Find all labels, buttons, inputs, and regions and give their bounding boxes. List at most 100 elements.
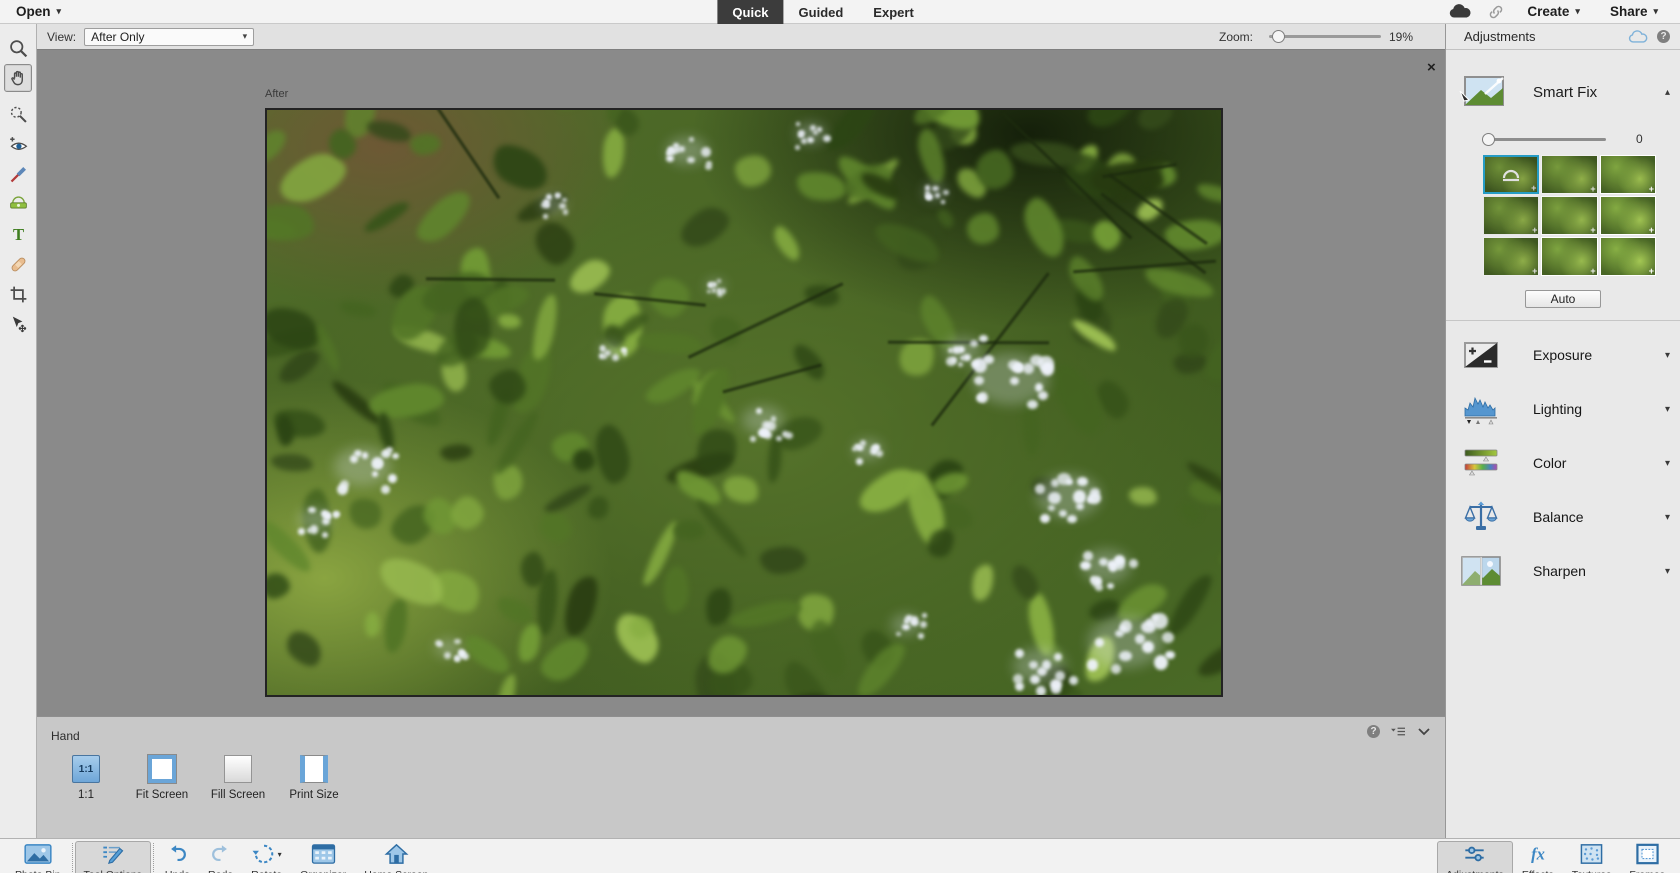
photo-after — [265, 108, 1223, 697]
chevron-down-icon[interactable]: ▾ — [1665, 404, 1670, 415]
section-sharpen[interactable]: Sharpen ▾ — [1446, 544, 1680, 598]
move-tool-button[interactable] — [4, 310, 32, 338]
section-label: Sharpen — [1533, 563, 1586, 579]
preset-fill-screen-button[interactable]: Fill Screen — [207, 755, 269, 801]
view-mode-dropdown[interactable]: After Only ▾ — [84, 28, 254, 46]
zoom-control-group: Zoom: 19% — [1219, 30, 1435, 44]
smart-fix-thumbnail[interactable]: + — [1541, 155, 1597, 194]
share-button[interactable]: Share ▾ — [1602, 0, 1666, 24]
redo-button[interactable]: Redo — [199, 841, 242, 873]
view-mode-value: After Only — [91, 30, 144, 44]
adjustments-panel: Adjustments ? Smart Fix ▴ — [1445, 24, 1680, 838]
frames-icon — [1635, 842, 1660, 866]
crop-tool-button[interactable] — [4, 280, 32, 308]
preset-label: Fit Screen — [136, 789, 188, 801]
smart-fix-slider-knob[interactable] — [1482, 133, 1495, 146]
preset-print-size-button[interactable]: Print Size — [283, 755, 345, 801]
taskbar-label: Organizer — [300, 869, 346, 873]
zoom-slider-knob[interactable] — [1272, 30, 1285, 43]
cloud-sync-icon[interactable] — [1447, 3, 1473, 20]
taskbar-label: Home Screen — [364, 869, 428, 873]
spot-healing-tool-button[interactable] — [4, 250, 32, 278]
open-button[interactable]: Open ▾ — [8, 0, 69, 24]
rotate-button[interactable]: ▾ Rotate — [242, 841, 291, 873]
fill-screen-icon — [224, 755, 252, 783]
reset-icon — [1500, 167, 1522, 183]
rotate-icon — [252, 843, 276, 865]
sharpen-icon — [1459, 556, 1503, 586]
frames-button[interactable]: Frames — [1620, 841, 1674, 873]
textures-button[interactable]: Textures — [1563, 841, 1621, 873]
help-icon[interactable]: ? — [1657, 30, 1670, 43]
taskbar-label: Rotate — [251, 869, 282, 873]
bottom-taskbar: Photo Bin Tool Options Undo Redo ▾ — [0, 838, 1680, 873]
smart-fix-thumbnail[interactable]: + — [1541, 237, 1597, 276]
section-exposure[interactable]: Exposure ▾ — [1446, 328, 1680, 382]
chevron-down-icon[interactable]: ▾ — [1665, 512, 1670, 523]
cloud-outline-icon[interactable] — [1627, 30, 1649, 44]
svg-text:T: T — [12, 224, 23, 243]
help-icon[interactable]: ? — [1367, 725, 1380, 738]
print-size-icon — [300, 755, 328, 783]
effects-button[interactable]: fx Effects — [1513, 841, 1563, 873]
type-tool-button[interactable]: T — [4, 220, 32, 248]
adjustments-icon — [1462, 842, 1487, 866]
section-lighting[interactable]: Lighting ▾ — [1446, 382, 1680, 436]
whiten-teeth-tool-button[interactable] — [4, 160, 32, 188]
tab-guided[interactable]: Guided — [784, 0, 859, 24]
effects-icon: fx — [1525, 842, 1551, 866]
tool-options-title: Hand — [51, 729, 80, 743]
smart-fix-icon — [1459, 74, 1505, 110]
zoom-tool-button[interactable] — [4, 34, 32, 62]
photo-editor-window: Open ▾ Quick Guided Expert Create ▾ Shar… — [0, 0, 1680, 873]
section-color[interactable]: Color ▾ — [1446, 436, 1680, 490]
chevron-down-icon: ▾ — [243, 31, 248, 42]
smart-fix-thumbnail[interactable]: + — [1600, 155, 1656, 194]
hand-tool-button[interactable] — [4, 64, 32, 92]
section-balance[interactable]: Balance ▾ — [1446, 490, 1680, 544]
photo-bin-button[interactable]: Photo Bin — [6, 841, 70, 873]
home-screen-button[interactable]: Home Screen — [355, 841, 437, 873]
organizer-button[interactable]: Organizer — [291, 841, 355, 873]
red-eye-tool-button[interactable] — [4, 130, 32, 158]
tool-options-panel: Hand ? 1:1 1:1 Fit Screen — [37, 716, 1445, 838]
close-image-button[interactable]: × — [1427, 60, 1436, 75]
taskbar-label: Textures — [1572, 869, 1612, 873]
smart-fix-thumbnail[interactable]: + — [1483, 155, 1539, 194]
taskbar-label: Tool Options — [84, 869, 142, 873]
chevron-down-icon[interactable]: ▾ — [1665, 566, 1670, 577]
adjustment-sections: Exposure ▾ Lighting ▾ — [1446, 328, 1680, 598]
section-label: Color — [1533, 455, 1566, 471]
smart-fix-thumbnail[interactable]: + — [1541, 196, 1597, 235]
adjustments-button[interactable]: Adjustments — [1437, 841, 1513, 873]
quick-selection-tool-button[interactable] — [4, 100, 32, 128]
smart-fix-header[interactable]: Smart Fix ▴ — [1459, 74, 1670, 110]
adjustments-panel-body: Smart Fix ▴ 0 +++++++++ Auto — [1446, 50, 1680, 838]
chevron-down-icon[interactable]: ▾ — [1665, 458, 1670, 469]
preset-fit-screen-button[interactable]: Fit Screen — [131, 755, 193, 801]
collapse-panel-chevron-icon[interactable] — [1417, 727, 1431, 736]
auto-button[interactable]: Auto — [1525, 290, 1601, 308]
flyout-menu-icon[interactable] — [1390, 725, 1407, 738]
taskbar-label: Adjustments — [1446, 869, 1504, 873]
smart-fix-title: Smart Fix — [1533, 84, 1597, 101]
taskbar-label: Redo — [208, 869, 233, 873]
straighten-tool-button[interactable] — [4, 190, 32, 218]
view-label: View: — [47, 30, 76, 44]
undo-button[interactable]: Undo — [156, 841, 199, 873]
smart-fix-thumbnail[interactable]: + — [1600, 196, 1656, 235]
collapse-up-icon[interactable]: ▴ — [1665, 87, 1670, 98]
tab-expert[interactable]: Expert — [858, 0, 928, 24]
redo-icon — [209, 842, 232, 866]
link-icon[interactable] — [1487, 3, 1505, 21]
taskbar-label: Photo Bin — [15, 869, 61, 873]
smart-fix-thumbnail[interactable]: + — [1483, 237, 1539, 276]
preset-1-1-button[interactable]: 1:1 1:1 — [55, 755, 117, 801]
tab-quick[interactable]: Quick — [717, 0, 783, 24]
tool-options-button[interactable]: Tool Options — [75, 841, 151, 873]
chevron-down-icon[interactable]: ▾ — [1665, 350, 1670, 361]
smart-fix-thumbnail[interactable]: + — [1600, 237, 1656, 276]
create-button[interactable]: Create ▾ — [1519, 0, 1588, 24]
smart-fix-thumbnail[interactable]: + — [1483, 196, 1539, 235]
image-view-label: After — [265, 88, 288, 100]
